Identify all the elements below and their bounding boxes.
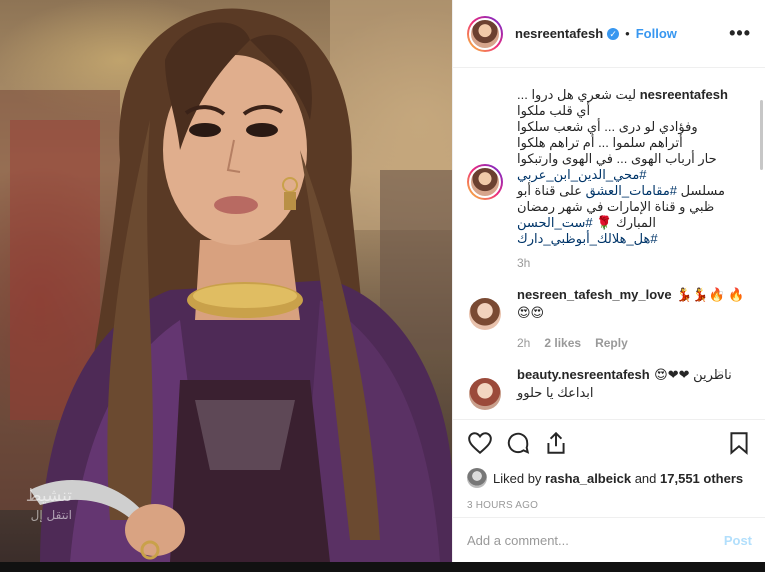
comment-likes[interactable]: 2 likes (544, 336, 581, 350)
comments-scrollbar[interactable] (760, 100, 763, 170)
commenter-avatar[interactable] (469, 298, 501, 330)
author-avatar[interactable] (467, 15, 503, 52)
hashtag-link[interactable]: #محي_الدين_ابن_عربي (517, 167, 737, 183)
header-separator: • (625, 26, 630, 41)
post-actions: Liked by rasha_albeick and 17,551 others… (453, 419, 765, 511)
caption-line-4: حار أرباب الهوى ... في الهوى وارتبكوا (517, 151, 717, 166)
like-comment-heart-icon[interactable]: ♡ (714, 369, 724, 382)
hashtag-link[interactable]: #ست_الحسن (517, 215, 593, 230)
bottom-strip (0, 562, 765, 572)
likes-count[interactable]: 17,551 others (660, 471, 743, 486)
comment-time[interactable]: 2h (517, 336, 530, 350)
caption-username[interactable]: nesreentafesh (640, 87, 728, 102)
share-icon[interactable] (543, 430, 569, 456)
liker-avatar[interactable] (467, 468, 487, 488)
like-heart-icon[interactable] (467, 430, 493, 456)
liker-username[interactable]: rasha_albeick (545, 471, 631, 486)
comment-bubble-icon[interactable] (505, 430, 531, 456)
comment-input[interactable]: Add a comment... (467, 533, 569, 548)
caption-line-2: وفؤادي لو درى ... أي شعب سلكوا (517, 119, 698, 134)
caption-timestamp[interactable]: 3h (517, 256, 752, 270)
post-photo[interactable]: تنشيط انتقل إل (0, 0, 452, 562)
comment-item: nesreen_tafesh_my_love 💃💃🔥 🔥😍😍 ♡ 2h 2 li… (467, 286, 752, 350)
likes-summary: Liked by rasha_albeick and 17,551 others (467, 468, 752, 488)
comment-meta: 2h 2 likes Reply (517, 336, 752, 350)
caption-line-3: أتراهم سلموا ... أم تراهم هلكوا (517, 135, 683, 150)
hashtag-link[interactable]: #مقامات_العشق (586, 183, 677, 198)
caption-text: nesreentafesh ليت شعري هل دروا ... أي قل… (517, 87, 737, 247)
likes-prefix: Liked by (493, 470, 542, 486)
post-panel: nesreentafesh ✓ • Follow ••• nesreentafe… (452, 0, 765, 562)
author-username[interactable]: nesreentafesh (515, 26, 603, 41)
like-comment-heart-icon[interactable]: ♡ (714, 289, 724, 302)
follow-button[interactable]: Follow (636, 26, 677, 41)
bookmark-icon[interactable] (726, 430, 752, 456)
watermark: تنشيط انتقل إل (2, 486, 72, 522)
comments-section[interactable]: nesreentafesh ليت شعري هل دروا ... أي قل… (453, 69, 765, 419)
post-comment-button[interactable]: Post (724, 533, 752, 548)
caption-avatar[interactable] (467, 164, 503, 200)
more-options-icon[interactable]: ••• (729, 23, 751, 44)
photo-artwork (0, 0, 452, 562)
post-caption: nesreentafesh ليت شعري هل دروا ... أي قل… (467, 87, 752, 270)
caption-series-label: مسلسل (680, 183, 725, 198)
commenter-username[interactable]: beauty.nesreentafesh (517, 367, 650, 382)
caption-line-1: ليت شعري هل دروا ... أي قلب ملكوا (517, 87, 637, 118)
watermark-subtitle: انتقل إل (30, 508, 72, 522)
post-timestamp[interactable]: 3 HOURS AGO (467, 500, 752, 511)
hashtag-link[interactable]: #هل_هلالك_أبوظبي_دارك (517, 231, 737, 247)
likes-mid: and (634, 470, 657, 486)
verified-badge-icon: ✓ (607, 27, 620, 40)
commenter-username[interactable]: nesreen_tafesh_my_love (517, 287, 672, 302)
commenter-avatar[interactable] (469, 378, 501, 410)
comment-item: beauty.nesreentafesh ناطرين ❤❤😍 ابداعك ي… (467, 366, 752, 410)
add-comment-bar: Add a comment... Post (453, 517, 765, 562)
watermark-title: تنشيط (25, 486, 72, 506)
post-header: nesreentafesh ✓ • Follow ••• (453, 0, 765, 68)
reply-button[interactable]: Reply (595, 336, 628, 350)
